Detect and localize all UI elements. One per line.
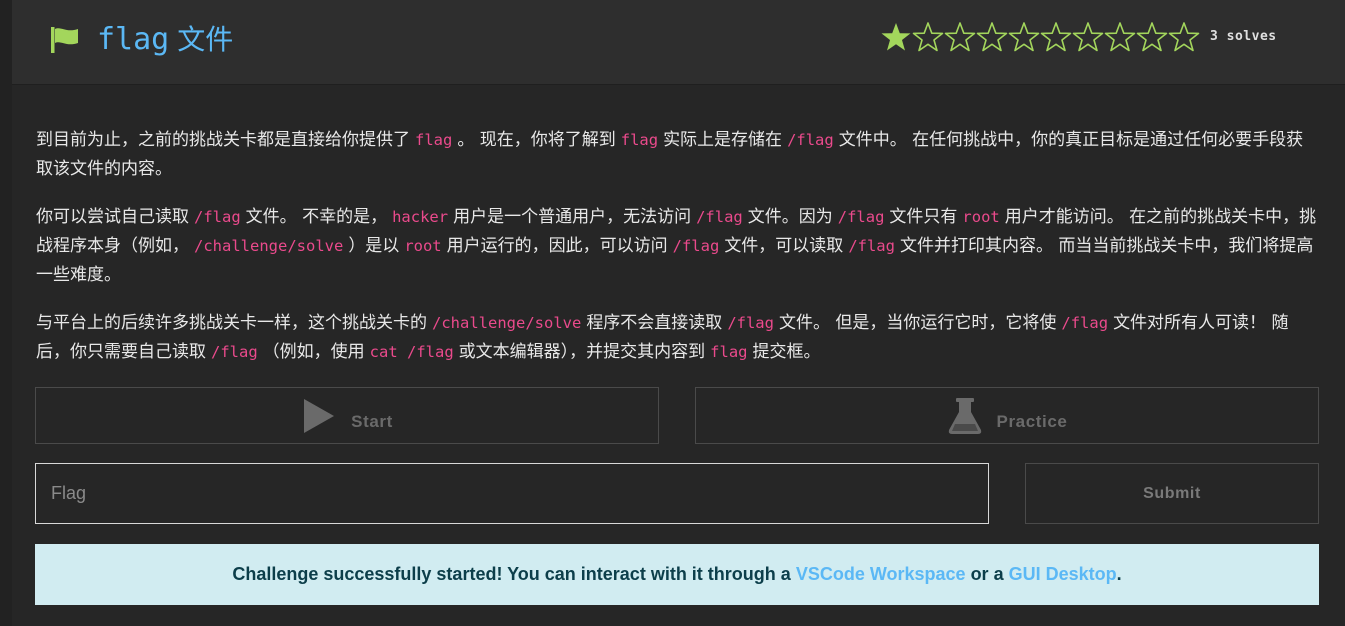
- inline-code: flag: [415, 131, 453, 149]
- description-text: 用户是一个普通用户，无法访问: [453, 207, 692, 227]
- challenge-title-text: 文件: [177, 23, 234, 56]
- page: flag 文件 3 solves 到目前为止，之前的挑战关卡都是直接给你提供了 fl…: [0, 0, 1345, 626]
- alert-text-before: Challenge successfully started! You can …: [232, 564, 791, 584]
- solves-count: 3 solves: [1210, 29, 1277, 44]
- star-filled-icon: [881, 23, 911, 51]
- inline-code: flag: [710, 343, 748, 361]
- description-text: 实际上是存储在: [663, 130, 783, 150]
- inline-code: root: [962, 208, 1000, 226]
- alert-text-middle: or a: [970, 564, 1004, 584]
- description-text: 你可以尝试自己读取: [36, 207, 189, 227]
- difficulty-rating: [880, 20, 1200, 54]
- description-text: 与平台上的后续许多挑战关卡一样，这个挑战关卡的: [36, 313, 427, 333]
- flag-icon: [51, 27, 78, 53]
- inline-code: /challenge/solve: [432, 314, 582, 332]
- inline-code: /flag: [194, 208, 241, 226]
- challenge-description: 到目前为止，之前的挑战关卡都是直接给你提供了 flag。 现在，你将了解到 flag…: [36, 126, 1318, 386]
- description-text: 提交框。: [752, 342, 821, 362]
- star-empty-icon: [944, 22, 976, 52]
- inline-code: hacker: [392, 208, 449, 226]
- challenge-title-code: flag: [97, 22, 170, 57]
- description-paragraph-2: 你可以尝试自己读取/flag 文件。 不幸的是， hacker 用户是一个普通用户，无…: [36, 203, 1318, 290]
- inline-code: /flag: [672, 237, 720, 255]
- vscode-workspace-link[interactable]: VSCode Workspace: [796, 564, 966, 585]
- alert-text-after: .: [1116, 564, 1122, 584]
- flask-icon: [948, 397, 981, 434]
- inline-code: /flag: [787, 131, 834, 149]
- description-text: （例如，使用: [262, 342, 365, 362]
- star-empty-icon: [1168, 22, 1200, 52]
- star-empty-icon: [1040, 22, 1072, 52]
- description-paragraph-1: 到目前为止，之前的挑战关卡都是直接给你提供了 flag。 现在，你将了解到 flag…: [36, 126, 1318, 184]
- inline-code: flag: [620, 131, 659, 149]
- star-empty-icon: [1104, 22, 1136, 52]
- description-text: 文件，可以读取: [724, 236, 844, 256]
- inline-code: /flag: [837, 208, 885, 226]
- inline-code: /flag: [211, 343, 258, 361]
- inline-code: root: [404, 237, 442, 255]
- practice-button-label: Practice: [996, 411, 1068, 431]
- star-empty-icon: [1136, 22, 1168, 52]
- star-empty-icon: [912, 22, 944, 52]
- description-text: 用户运行的，因此，可以访问: [446, 236, 668, 256]
- description-text: 文件只有: [889, 207, 958, 227]
- star-empty-icon: [1008, 22, 1040, 52]
- inline-code: /flag: [848, 237, 895, 255]
- description-text: 文件。 不幸的是，: [245, 207, 388, 227]
- start-button[interactable]: Start: [35, 387, 659, 444]
- inline-code: cat /flag: [369, 343, 454, 361]
- play-icon: [304, 398, 335, 433]
- inline-code: /flag: [727, 314, 774, 332]
- challenge-title: flag 文件: [97, 20, 233, 60]
- description-text: ）是以: [348, 236, 400, 256]
- practice-button[interactable]: Practice: [695, 387, 1319, 444]
- star-empty-icon: [976, 22, 1008, 52]
- inline-code: /flag: [696, 208, 743, 226]
- flag-input[interactable]: [35, 463, 989, 524]
- description-text: 或文本编辑器），并提交其内容到: [458, 342, 706, 362]
- inline-code: /flag: [1061, 314, 1109, 332]
- description-text: 文件。 但是，当你运行它时，它将使: [778, 313, 1057, 333]
- description-text: 到目前为止，之前的挑战关卡都是直接给你提供了: [36, 130, 410, 150]
- gui-desktop-link[interactable]: GUI Desktop: [1009, 564, 1117, 585]
- start-button-label: Start: [351, 411, 393, 431]
- description-paragraph-3: 与平台上的后续许多挑战关卡一样，这个挑战关卡的/challenge/solve 程…: [36, 309, 1318, 367]
- inline-code: /challenge/solve: [194, 237, 344, 255]
- submit-button[interactable]: Submit: [1025, 463, 1319, 524]
- description-text: 。 现在，你将了解到: [457, 130, 616, 150]
- description-text: 程序不会直接读取: [586, 313, 723, 333]
- description-text: 文件。因为: [747, 207, 833, 227]
- star-empty-icon: [1072, 22, 1104, 52]
- success-alert: Challenge successfully started! You can …: [35, 544, 1319, 605]
